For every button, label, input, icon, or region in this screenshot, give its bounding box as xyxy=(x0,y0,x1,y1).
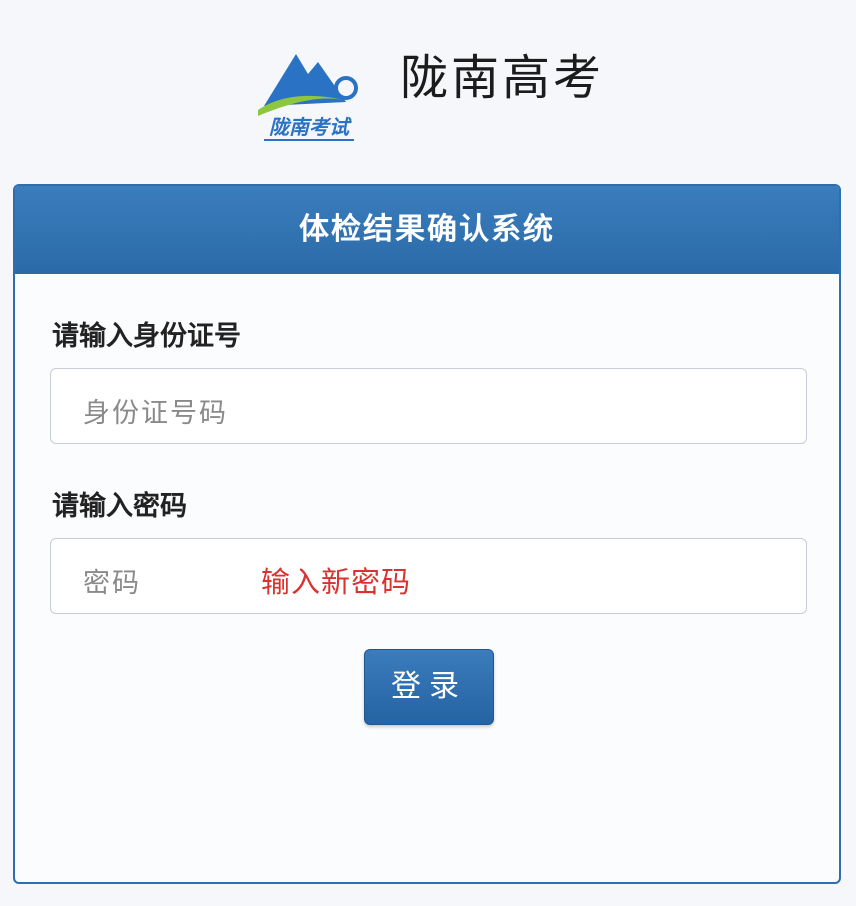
password-input[interactable]: 密码 输入新密码 xyxy=(50,538,807,614)
id-number-placeholder: 身份证号码 xyxy=(83,398,228,429)
password-label: 请输入密码 xyxy=(52,491,187,522)
logo-icon: 陇南考试 xyxy=(258,54,358,141)
id-number-label: 请输入身份证号 xyxy=(52,321,241,352)
id-number-input[interactable]: 身份证号码 xyxy=(50,368,807,444)
login-button[interactable]: 登录 xyxy=(364,649,494,725)
password-placeholder: 密码 xyxy=(83,568,141,599)
password-annotation: 输入新密码 xyxy=(261,565,412,599)
brand-header: 陇南考试 陇南高考 xyxy=(0,28,856,148)
logo-text: 陇南考试 xyxy=(269,115,352,139)
site-title: 陇南高考 xyxy=(400,50,605,106)
panel-title: 体检结果确认系统 xyxy=(15,186,839,274)
login-panel: 体检结果确认系统 请输入身份证号 身份证号码 请输入密码 密码 输入新密码 登录 xyxy=(13,184,841,884)
